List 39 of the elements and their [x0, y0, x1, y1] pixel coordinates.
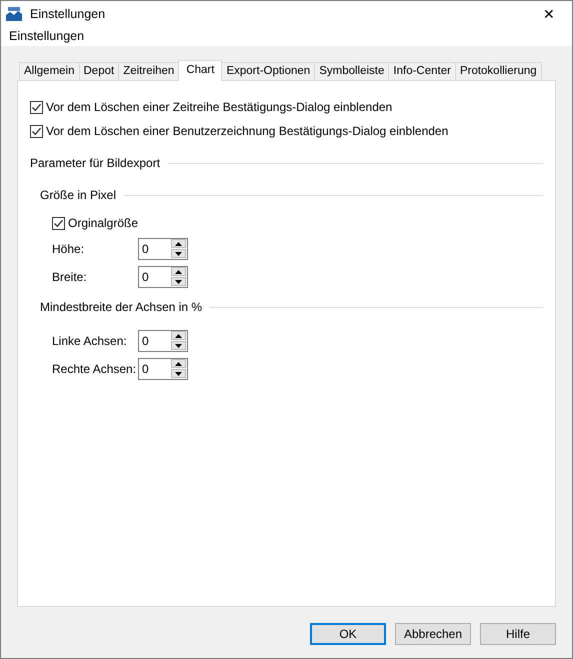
group-title: Mindestbreite der Achsen in % [40, 299, 202, 316]
group-title: Parameter für Bildexport [30, 155, 160, 172]
spin-down-button[interactable] [171, 277, 186, 286]
dialog-button[interactable]: Hilfe [480, 623, 556, 645]
spin-up-button[interactable] [171, 359, 186, 368]
close-button[interactable]: ✕ [526, 1, 572, 27]
caret-down-icon [175, 344, 182, 348]
field-label: Rechte Achsen: [52, 361, 138, 378]
caret-up-icon [175, 334, 182, 338]
dialog-button[interactable]: OK [310, 623, 386, 645]
tab[interactable]: Allgemein [19, 62, 80, 80]
caret-up-icon [175, 242, 182, 246]
group-title: Größe in Pixel [40, 187, 116, 204]
checkbox[interactable] [52, 216, 65, 230]
spin-up-button[interactable] [171, 267, 186, 276]
spin-down-button[interactable] [171, 249, 186, 258]
field-label: Breite: [52, 269, 88, 286]
app-icon [5, 6, 23, 22]
spin-down-button[interactable] [171, 369, 186, 378]
checkbox-label: Orginalgröße [68, 215, 138, 232]
checkbox-label: Vor dem Löschen einer Zeitreihe Bestätigungs-Dialog einblenden [46, 99, 392, 116]
spin-up-button[interactable] [171, 331, 186, 340]
tab[interactable]: Protokollierung [454, 62, 542, 80]
checkbox[interactable] [30, 124, 43, 138]
field-label: Höhe: [52, 241, 86, 258]
checkbox-label: Vor dem Löschen einer Benutzerzeichnung Bestätigungs-Dialog einblenden [46, 123, 448, 140]
window-title: Einstellungen [30, 6, 106, 23]
caret-up-icon [175, 270, 182, 274]
checkbox[interactable] [30, 100, 43, 114]
caret-down-icon [175, 280, 182, 284]
tab[interactable]: Chart [178, 60, 222, 81]
field-label: Linke Achsen: [52, 333, 128, 350]
caret-down-icon [175, 372, 182, 376]
dialog-button[interactable]: Abbrechen [395, 623, 471, 645]
spin-down-button[interactable] [171, 341, 186, 350]
caret-up-icon [175, 362, 182, 366]
spin-up-button[interactable] [171, 239, 186, 248]
dialog-header: Einstellungen [1, 27, 572, 46]
caret-down-icon [175, 252, 182, 256]
